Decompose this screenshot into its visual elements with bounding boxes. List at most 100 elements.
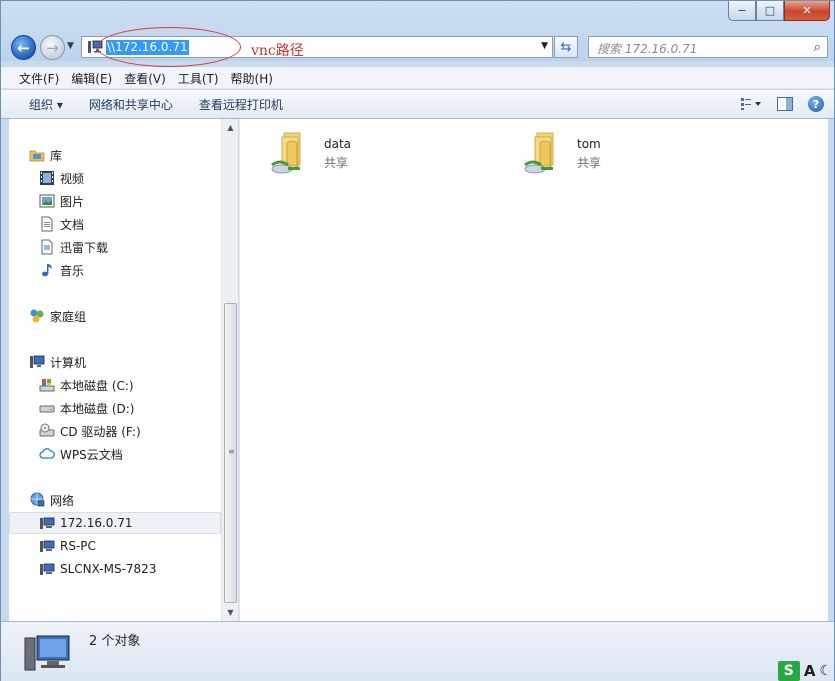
picture-icon (39, 194, 55, 208)
nav-item-label: 本地磁盘 (D:) (60, 401, 135, 416)
view-printers-button[interactable]: 查看远程打印机 (191, 96, 291, 113)
network-computer-icon (40, 517, 55, 529)
annotation-label: vnc路径 (251, 43, 304, 59)
share-item-data[interactable]: data 共享 (250, 119, 450, 179)
sogou-input-icon[interactable]: S (777, 661, 800, 681)
scroll-thumb[interactable]: ≡ (224, 303, 237, 603)
network-computer-icon (40, 540, 55, 552)
nav-item-video[interactable]: 视频 (9, 167, 221, 189)
video-icon (40, 171, 54, 185)
system-drive-icon (39, 379, 55, 392)
computer-icon (30, 355, 45, 368)
drive-icon (39, 405, 55, 413)
homegroup-icon (30, 309, 44, 323)
address-path[interactable]: \\172.16.0.71 (106, 40, 189, 55)
nav-network[interactable]: 网络 (9, 489, 221, 511)
chevron-down-icon: ▼ (67, 41, 74, 51)
help-icon[interactable]: ? (808, 96, 824, 112)
command-bar: 组织 ▾ 网络和共享中心 查看远程打印机 ? (1, 90, 834, 119)
nav-item-label: 本地磁盘 (C:) (60, 378, 134, 393)
nav-libraries[interactable]: 库 (9, 144, 221, 166)
nav-network-host-rs-pc[interactable]: RS-PC (9, 535, 221, 557)
network-computer-icon (88, 40, 103, 53)
nav-item-label: CD 驱动器 (F:) (60, 424, 141, 439)
search-icon[interactable]: ⌕ (814, 40, 821, 55)
close-button[interactable]: ✕ (784, 1, 830, 21)
nav-computer-label: 计算机 (50, 355, 87, 370)
grip-icon: ≡ (228, 447, 235, 456)
refresh-icon: ⇆ (560, 39, 572, 55)
preview-pane-icon[interactable] (774, 94, 796, 114)
nav-scrollbar[interactable]: ▲ ≡ ▼ (221, 119, 238, 621)
cd-drive-icon (39, 423, 55, 437)
forward-button[interactable]: → (40, 35, 65, 60)
menu-bar: 文件(F) 编辑(E) 查看(V) 工具(T) 帮助(H) (1, 67, 834, 89)
organize-button[interactable]: 组织 ▾ (21, 96, 71, 113)
network-center-button[interactable]: 网络和共享中心 (81, 96, 181, 113)
refresh-button[interactable]: ⇆ (554, 36, 578, 58)
share-type: 共享 (577, 156, 602, 170)
navigation-pane: 库 视频 图片 文档 迅雷下载 音乐 家庭组 计算机 本地磁盘 (C:) 本地磁… (9, 119, 221, 621)
explorer-window: − □ ✕ ← → ▼ \\172.16.0.71 ▼ ⇆ 搜索 172.16.… (0, 0, 835, 681)
nav-drive-f[interactable]: CD 驱动器 (F:) (9, 420, 221, 442)
back-button[interactable]: ← (11, 35, 36, 60)
tray-icons: S A ☾ (777, 661, 832, 681)
nav-homegroup[interactable]: 家庭组 (9, 305, 221, 327)
view-options-icon[interactable] (740, 94, 762, 114)
nav-item-label: 图片 (60, 194, 85, 209)
menu-help[interactable]: 帮助(H) (225, 67, 279, 88)
nav-libraries-label: 库 (50, 148, 63, 163)
nav-item-label: RS-PC (60, 539, 96, 553)
nav-item-downloads[interactable]: 迅雷下载 (9, 236, 221, 258)
moon-icon[interactable]: ☾ (819, 663, 832, 679)
music-icon (42, 264, 52, 277)
nav-homegroup-label: 家庭组 (50, 309, 87, 324)
nav-item-music[interactable]: 音乐 (9, 259, 221, 281)
nav-item-label: 文档 (60, 217, 85, 232)
cloud-icon (39, 448, 55, 459)
nav-network-label: 网络 (50, 493, 75, 508)
shared-folder-icon (271, 132, 301, 174)
download-icon (41, 239, 53, 255)
shared-folder-icon (524, 132, 554, 174)
network-icon (30, 492, 45, 507)
recent-pages-dropdown[interactable]: ▼ (67, 41, 74, 51)
document-icon (41, 216, 53, 232)
maximize-button[interactable]: □ (756, 1, 784, 21)
scroll-down-icon[interactable]: ▼ (222, 604, 239, 621)
share-name: tom (577, 137, 601, 151)
view-controls: ? (740, 94, 824, 114)
nav-network-host-slcnx[interactable]: SLCNX-MS-7823 (9, 558, 221, 580)
nav-drive-c[interactable]: 本地磁盘 (C:) (9, 374, 221, 396)
address-bar[interactable]: \\172.16.0.71 ▼ (81, 36, 553, 58)
library-icon (29, 150, 45, 162)
nav-item-documents[interactable]: 文档 (9, 213, 221, 235)
file-list: data 共享 tom 共享 (239, 119, 828, 621)
minimize-button[interactable]: − (728, 1, 756, 21)
nav-item-label: SLCNX-MS-7823 (60, 562, 157, 576)
nav-item-label: WPS云文档 (60, 447, 123, 462)
navigation-row: ← → ▼ \\172.16.0.71 ▼ ⇆ 搜索 172.16.0.71 ⌕ (1, 29, 834, 65)
share-name: data (324, 137, 352, 151)
menu-edit[interactable]: 编辑(E) (65, 67, 118, 88)
nav-item-label: 视频 (60, 171, 85, 186)
arrow-right-icon: → (46, 38, 59, 57)
share-item-tom[interactable]: tom 共享 (503, 119, 703, 179)
network-computer-icon (40, 563, 55, 575)
input-mode-icon[interactable]: A (804, 662, 816, 680)
nav-wps-cloud[interactable]: WPS云文档 (9, 443, 221, 465)
menu-tools[interactable]: 工具(T) (172, 67, 225, 88)
search-input[interactable]: 搜索 172.16.0.71 (597, 40, 697, 57)
nav-item-label: 音乐 (60, 263, 85, 278)
network-computer-icon (24, 635, 70, 671)
nav-network-host-172-16-0-71[interactable]: 172.16.0.71 (9, 512, 221, 534)
address-dropdown-icon[interactable]: ▼ (541, 41, 548, 51)
search-box[interactable]: 搜索 172.16.0.71 ⌕ (588, 36, 828, 58)
menu-file[interactable]: 文件(F) (13, 67, 65, 88)
scroll-up-icon[interactable]: ▲ (222, 119, 239, 136)
nav-item-pictures[interactable]: 图片 (9, 190, 221, 212)
nav-computer[interactable]: 计算机 (9, 351, 221, 373)
nav-item-label: 172.16.0.71 (60, 516, 133, 530)
menu-view[interactable]: 查看(V) (118, 67, 172, 88)
nav-drive-d[interactable]: 本地磁盘 (D:) (9, 397, 221, 419)
